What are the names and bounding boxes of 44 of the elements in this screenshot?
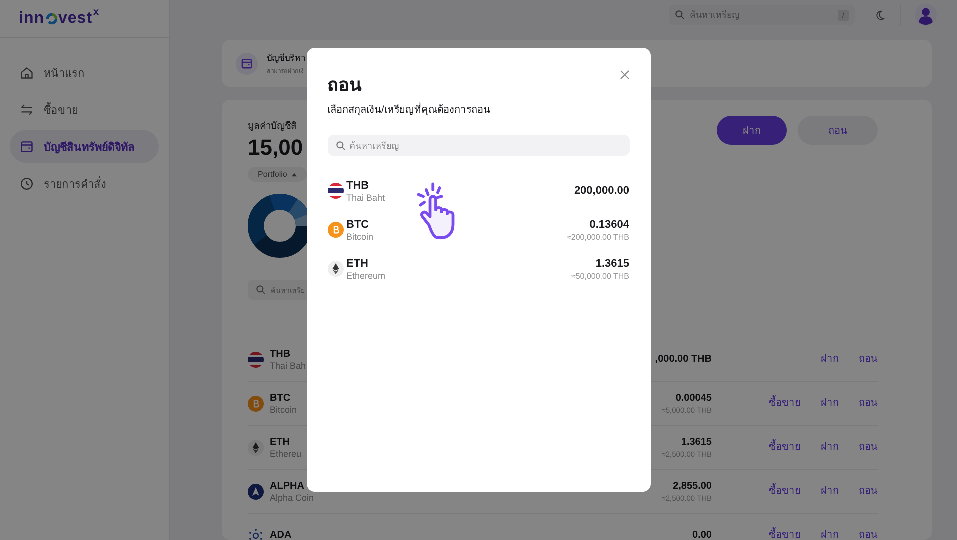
- logo-text: vest: [58, 10, 93, 28]
- sidebar-item[interactable]: ซื้อขาย: [10, 93, 159, 126]
- asset-symbol: THB: [270, 348, 292, 360]
- asset-symbol: ALPHA: [270, 480, 306, 492]
- portfolio-dropdown[interactable]: Portfolio: [248, 167, 308, 182]
- asset-amount: 0.00: [692, 530, 712, 540]
- withdraw-button[interactable]: ถอน: [798, 116, 878, 145]
- asset-amount: 0.00045: [676, 392, 712, 404]
- asset-amount: ,000.00 THB: [655, 354, 712, 365]
- asset-name: Bitcoin: [270, 404, 298, 414]
- asset-symbol: BTC: [270, 392, 292, 404]
- dialog-title: ถอน: [328, 74, 363, 97]
- logo-text: inn: [19, 10, 44, 28]
- logo-mark: x: [94, 7, 100, 18]
- currency-item[interactable]: THB Thai Baht 200,000.00: [328, 176, 630, 206]
- asset-name: Thai Bah: [270, 360, 308, 370]
- action-link[interactable]: ถอน: [859, 486, 878, 496]
- action-link[interactable]: ถอน: [859, 398, 878, 408]
- asset-amount: 2,855.00: [673, 480, 712, 492]
- search-field[interactable]: ค้นหาเหรียญ: [328, 135, 630, 156]
- asset-name: Alpha Coin: [270, 492, 316, 502]
- action-link[interactable]: ถอน: [859, 530, 878, 540]
- deposit-button[interactable]: ฝาก: [717, 116, 787, 145]
- dialog-subtitle: เลือกสกุลเงิน/เหรียญที่คุณต้องการถอน: [328, 102, 490, 117]
- asset-symbol: ADA: [270, 530, 293, 540]
- action-link[interactable]: ฝาก: [821, 442, 839, 452]
- info-title: บัญชีบริหา: [267, 52, 306, 65]
- portfolio-title: มูลค่าบัญชีสิ: [248, 120, 297, 133]
- portfolio-value: 15,00: [248, 135, 304, 161]
- action-link[interactable]: ถอน: [859, 354, 878, 364]
- sidebar-item[interactable]: บัญชีสินทรัพย์ดิจิทัล: [10, 130, 159, 163]
- currency-item[interactable]: ETH Ethereum 1.3615 ≈50,000.00 THB: [328, 254, 630, 284]
- action-link[interactable]: ฝาก: [821, 354, 839, 364]
- sidebar-item[interactable]: หน้าแรก: [10, 56, 159, 89]
- asset-symbol: ETH: [270, 436, 291, 448]
- action-link[interactable]: ฝาก: [821, 530, 839, 540]
- sidebar-item[interactable]: รายการคำสั่ง: [10, 167, 159, 200]
- asset-name: Ethereu: [270, 448, 303, 458]
- asset-amount: 1.3615: [681, 436, 712, 448]
- action-link[interactable]: ฝาก: [821, 398, 839, 408]
- action-link[interactable]: ถอน: [859, 442, 878, 452]
- action-link[interactable]: ฝาก: [821, 486, 839, 496]
- currency-item[interactable]: BTC Bitcoin 0.13604 ≈200,000.00 THB: [328, 215, 630, 245]
- shortcut-key: /: [838, 10, 849, 20]
